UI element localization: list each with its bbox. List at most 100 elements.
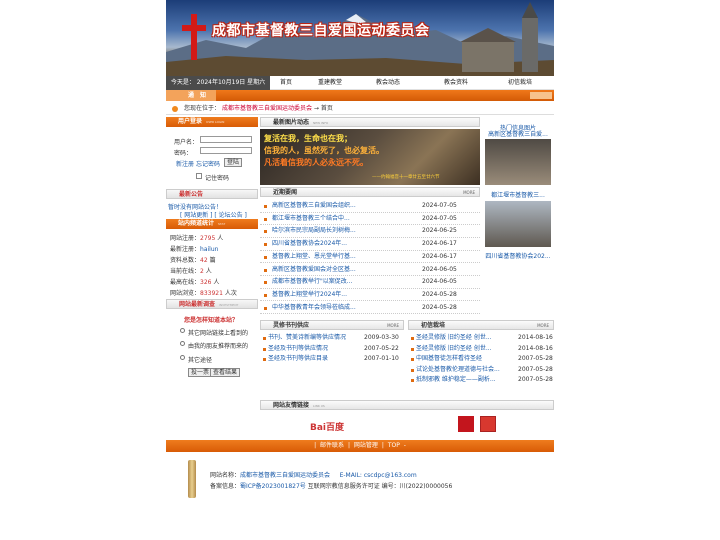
news-title[interactable]: 哈尔滨市民宗局副局长刘树梅... bbox=[272, 225, 356, 238]
survey-option-2-radio[interactable] bbox=[180, 341, 185, 346]
footer-site-name: 网站名称：成都市基督教三自爱国运动委员会 E-MAIL: cscdpc@163.… bbox=[210, 472, 417, 479]
remember-label: 记住密码 bbox=[205, 175, 230, 182]
news-row[interactable]: 哈尔滨市民宗局副局长刘树梅... 2024-06-25 bbox=[260, 225, 480, 238]
growth-row[interactable]: 中国基督徒怎样看待圣经 2007-05-28 bbox=[408, 354, 554, 364]
news-row[interactable]: 成都市基督教举行"以案促改... 2024-06-05 bbox=[260, 276, 480, 289]
stat-page-views: 网站浏览：833921 人次 bbox=[170, 290, 237, 297]
nav-home[interactable]: 首页 bbox=[280, 76, 292, 90]
news-row[interactable]: 基督教上翔堂、恩光堂举行基... 2024-06-17 bbox=[260, 251, 480, 264]
baidu-link[interactable]: Bai百度 bbox=[310, 420, 344, 433]
bullet-icon bbox=[263, 347, 266, 351]
growth-more-link[interactable]: MORE bbox=[537, 321, 549, 331]
news-row[interactable]: 基督教上翔堂举行2024年... 2024-05-28 bbox=[260, 289, 480, 302]
growth-date: 2007-05-28 bbox=[518, 355, 553, 362]
book-title[interactable]: 圣经及书刊等供应情况 bbox=[268, 344, 328, 354]
book-title[interactable]: 书刊、赞美诗新编等供应情况 bbox=[268, 333, 346, 343]
breadcrumb-home-link[interactable]: 成都市基督教三自爱国运动委员会 bbox=[222, 105, 312, 112]
remember-checkbox[interactable] bbox=[196, 173, 202, 179]
forgot-password-link[interactable]: 忘记密码 bbox=[196, 159, 220, 168]
survey-option-1-radio[interactable] bbox=[180, 328, 185, 333]
recent-news-more-link[interactable]: MORE bbox=[463, 188, 475, 198]
growth-title[interactable]: 抵制邪教 维护稳定——副析... bbox=[416, 375, 496, 385]
news-row[interactable]: 中华基督教青年会领导莅临成... 2024-05-28 bbox=[260, 302, 480, 315]
growth-row[interactable]: 圣经灵修版 旧约圣经 创世... 2014-08-16 bbox=[408, 344, 554, 354]
news-date: 2024-05-28 bbox=[422, 303, 457, 311]
news-title[interactable]: 都江堰市基督教三个结合中... bbox=[272, 213, 350, 226]
friend-logo-red[interactable] bbox=[458, 416, 474, 432]
growth-row[interactable]: 抵制邪教 维护稳定——副析... 2007-05-28 bbox=[408, 375, 554, 385]
book-title[interactable]: 圣经及书刊等供应目录 bbox=[268, 354, 328, 364]
photo-caption-2[interactable]: 都江堰市基督教三... bbox=[482, 190, 554, 199]
breadcrumb-separator: → bbox=[313, 105, 319, 112]
survey-option-3-radio[interactable] bbox=[180, 355, 185, 360]
news-row[interactable]: 都江堰市基督教三个结合中... 2024-07-05 bbox=[260, 213, 480, 226]
growth-row[interactable]: 圣经灵修版 旧约圣经 创世... 2014-08-16 bbox=[408, 333, 554, 343]
growth-title[interactable]: 圣经灵修版 旧约圣经 创世... bbox=[416, 344, 492, 354]
survey-option-2: 由我的朋友推荐而来的 bbox=[188, 343, 249, 350]
news-date: 2024-06-17 bbox=[422, 252, 457, 260]
growth-date: 2014-08-16 bbox=[518, 344, 553, 352]
photo-thumb-1[interactable] bbox=[485, 139, 551, 185]
book-row[interactable]: 圣经及书刊等供应情况 2007-05-22 bbox=[260, 344, 404, 354]
notice-links[interactable]: [ 网站更新 ] [ 论坛公告 ] bbox=[180, 210, 247, 219]
news-title[interactable]: 高新区基督教爱国会对全区基... bbox=[272, 264, 356, 277]
notice-label: 通 知 bbox=[166, 90, 216, 101]
book-row[interactable]: 书刊、赞美诗新编等供应情况 2009-03-30 bbox=[260, 333, 404, 343]
nav-new-believers[interactable]: 初信栽培 bbox=[508, 76, 532, 90]
stat-peak-online: 最高在线：326 人 bbox=[170, 279, 220, 286]
news-title[interactable]: 基督教上翔堂举行2024年... bbox=[272, 289, 347, 302]
footer-sep-3: | bbox=[381, 442, 384, 449]
bullet-icon bbox=[264, 306, 267, 310]
hero-line-3: 凡活着信我的人必永远不死。 bbox=[264, 158, 368, 167]
footer-sep-4: - bbox=[403, 442, 406, 449]
stat-newest-user: 最新注册：hailun bbox=[170, 246, 219, 253]
bullet-icon bbox=[264, 268, 267, 272]
books-more-link[interactable]: MORE bbox=[387, 321, 399, 331]
news-title[interactable]: 成都市基督教举行"以案促改... bbox=[272, 276, 352, 289]
news-row[interactable]: 高新区基督教三自爱国会组织... 2024-07-05 bbox=[260, 200, 480, 213]
growth-title[interactable]: 中国基督徒怎样看待圣经 bbox=[416, 354, 482, 364]
news-title[interactable]: 高新区基督教三自爱国会组织... bbox=[272, 200, 356, 213]
news-title[interactable]: 中华基督教青年会领导莅临成... bbox=[272, 302, 356, 315]
growth-row[interactable]: 试论处基督教伦理道德与社会... 2007-05-28 bbox=[408, 365, 554, 375]
news-date: 2024-06-05 bbox=[422, 265, 457, 273]
news-title[interactable]: 基督教上翔堂、恩光堂举行基... bbox=[272, 251, 356, 264]
book-row[interactable]: 圣经及书刊等供应目录 2007-01-10 bbox=[260, 354, 404, 364]
footer-top-link[interactable]: TOP bbox=[388, 442, 400, 449]
nav-rebuild-church[interactable]: 重建教堂 bbox=[318, 76, 342, 90]
growth-title[interactable]: 圣经灵修版 旧约圣经 创世... bbox=[416, 333, 492, 343]
view-results-button[interactable]: 查看结果 bbox=[210, 368, 241, 377]
register-link[interactable]: 新注册 bbox=[176, 159, 194, 168]
login-button[interactable]: 登陆 bbox=[224, 158, 243, 167]
password-input[interactable] bbox=[200, 147, 252, 154]
photo-thumb-2[interactable] bbox=[485, 201, 551, 247]
footer-admin-link[interactable]: 网站管理 bbox=[354, 442, 378, 449]
news-row[interactable]: 高新区基督教爱国会对全区基... 2024-06-05 bbox=[260, 264, 480, 277]
bullet-icon bbox=[264, 230, 267, 234]
breadcrumb: 您现在位于： 成都市基督教三自爱国运动委员会 → 首页 bbox=[166, 103, 554, 115]
scroll-icon bbox=[188, 460, 196, 498]
stat-articles: 资料总数：42 篇 bbox=[170, 257, 216, 264]
nav-church-news[interactable]: 教会动态 bbox=[376, 76, 400, 90]
notice-tools[interactable] bbox=[530, 92, 552, 99]
footer-contact-link[interactable]: 邮件联系 bbox=[320, 442, 344, 449]
friend-logo-seal[interactable] bbox=[480, 416, 496, 432]
stats-panel-title: 站内频道统计 STAT bbox=[166, 219, 258, 229]
growth-title[interactable]: 试论处基督教伦理道德与社会... bbox=[416, 365, 500, 375]
news-row[interactable]: 四川省基督教协会2024年... 2024-06-17 bbox=[260, 238, 480, 251]
photo-caption-3[interactable]: 四川省基督教协会202... bbox=[482, 251, 554, 260]
username-input[interactable] bbox=[200, 136, 252, 143]
footer-email-link[interactable]: cscdpc@163.com bbox=[364, 472, 417, 479]
footer-sep-1: | bbox=[314, 442, 317, 449]
footer-icp-link[interactable]: 蜀ICP备2023001827号 bbox=[240, 483, 306, 490]
login-panel: 用户登录 USER LOGIN 用户名： 密码： 新注册 忘记密码 登陆 记住密码 bbox=[166, 117, 258, 187]
news-title[interactable]: 四川省基督教协会2024年... bbox=[272, 238, 347, 251]
vote-button[interactable]: 投一票 bbox=[188, 368, 213, 377]
nav-church-materials[interactable]: 教会资料 bbox=[444, 76, 468, 90]
growth-date: 2007-05-28 bbox=[518, 376, 553, 383]
growth-date: 2014-08-16 bbox=[518, 334, 553, 341]
photo-caption-1[interactable]: 高新区基督教三自爱... bbox=[482, 129, 554, 138]
books-header: 灵修书刊供应 MORE bbox=[260, 320, 404, 330]
hero-line-2: 信我的人，虽然死了，也必复活。 bbox=[264, 146, 384, 155]
password-label: 密码： bbox=[174, 150, 193, 157]
